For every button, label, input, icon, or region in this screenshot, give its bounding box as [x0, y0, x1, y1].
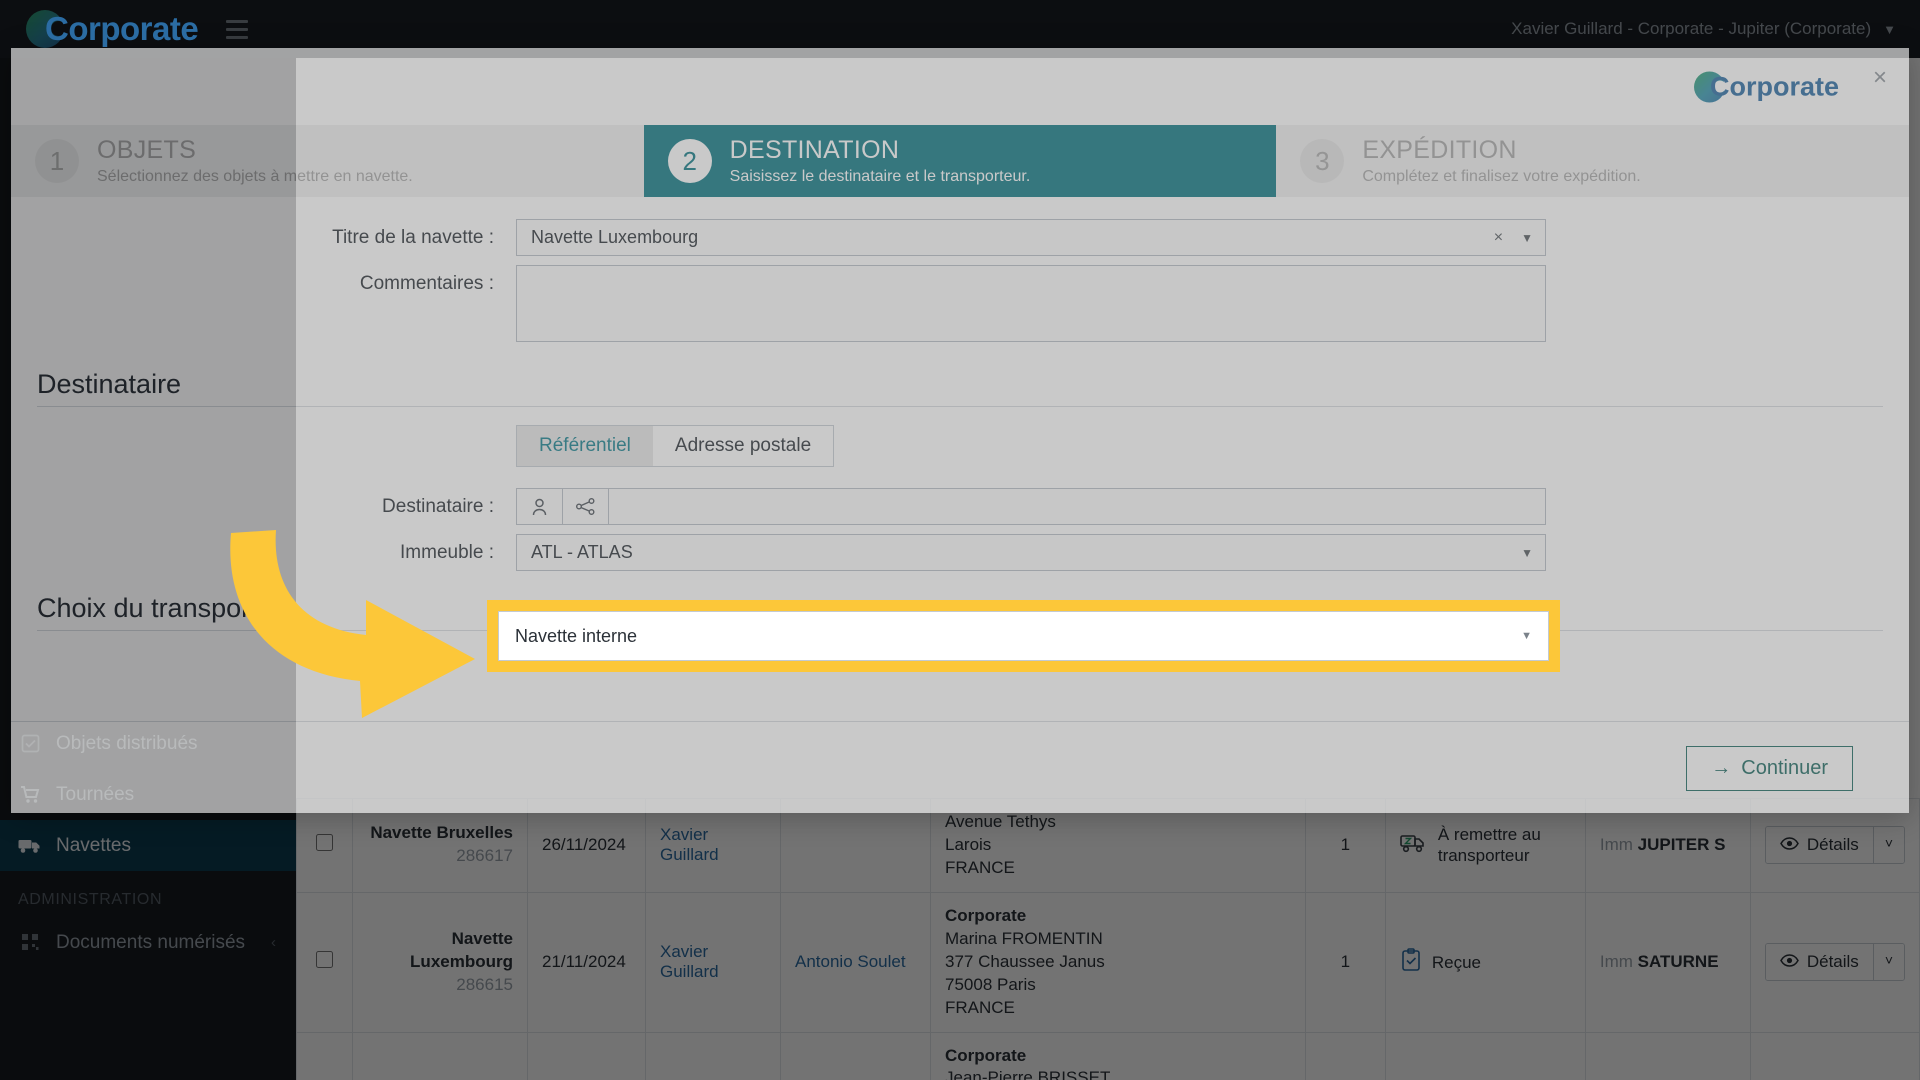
destinataire-label: Destinataire :: [382, 496, 494, 517]
step-number: 1: [35, 139, 79, 183]
commentaires-label: Commentaires :: [359, 273, 494, 294]
step-subtitle: Saisissez le destinataire et le transpor…: [729, 167, 1031, 185]
step-destination[interactable]: 2 DESTINATION Saisissez le destinataire …: [643, 125, 1277, 197]
commentaires-textarea[interactable]: [516, 265, 1546, 342]
step-number: 3: [1300, 139, 1345, 183]
step-objets[interactable]: 1 OBJETS Sélectionnez des objets à mettr…: [11, 125, 644, 197]
transporteur-select[interactable]: Navette interne ▼: [498, 611, 1549, 661]
immeuble-label: Immeuble :: [400, 542, 494, 563]
step-subtitle: Complétez et finalisez votre expédition.: [1362, 167, 1641, 185]
step-title: EXPÉDITION: [1362, 136, 1517, 165]
step-subtitle: Sélectionnez des objets à mettre en nave…: [97, 167, 413, 185]
destinataire-input[interactable]: [609, 489, 1545, 524]
tab-adresse-postale[interactable]: Adresse postale: [652, 425, 835, 467]
chevron-down-icon[interactable]: ▼: [1521, 231, 1533, 245]
field-row-destinataire: Destinataire :: [11, 488, 1909, 525]
modal-logo-text: Corporate: [1709, 71, 1839, 101]
logo-text: Corporate: [45, 10, 199, 47]
field-row-titre: Titre de la navette : Navette Luxembourg…: [11, 219, 1909, 256]
close-icon[interactable]: ×: [1873, 66, 1887, 90]
continue-button[interactable]: → Continuer: [1686, 746, 1853, 791]
screen-root: Corporate Xavier Guillard - Corporate - …: [0, 0, 1920, 1080]
section-title-destinataire: Destinataire: [37, 369, 182, 399]
continue-button-label: Continuer: [1741, 757, 1828, 779]
field-row-commentaires: Commentaires :: [11, 265, 1909, 347]
tabs-row: Référentiel Adresse postale: [11, 425, 1909, 479]
transporteur-highlight: Navette interne ▼: [487, 600, 1560, 672]
section-divider: [37, 406, 1883, 407]
clear-icon[interactable]: ×: [1494, 229, 1503, 247]
step-number: 2: [667, 139, 712, 183]
immeuble-value: ATL - ATLAS: [531, 542, 633, 562]
arrow-right-icon: →: [1711, 757, 1732, 779]
wizard-stepper: 1 OBJETS Sélectionnez des objets à mettr…: [11, 125, 1910, 197]
destinataire-tabs: Référentiel Adresse postale: [516, 425, 1546, 467]
immeuble-select[interactable]: ATL - ATLAS ▼: [516, 534, 1546, 571]
modal-logo: Corporate: [1693, 71, 1839, 102]
chevron-down-icon: ▼: [1521, 630, 1532, 642]
tab-referentiel[interactable]: Référentiel: [516, 425, 653, 467]
titre-label: Titre de la navette :: [332, 227, 494, 248]
transporteur-value: Navette interne: [515, 625, 638, 646]
step-title: DESTINATION: [729, 136, 900, 165]
app-logo[interactable]: Corporate: [26, 10, 199, 48]
person-icon[interactable]: [517, 489, 563, 524]
modal-header: Corporate ×: [11, 48, 1909, 125]
step-title: OBJETS: [97, 136, 197, 165]
modal-footer: → Continuer: [11, 721, 1909, 813]
tabs-spacer: [11, 425, 516, 433]
sitemap-icon[interactable]: [563, 489, 609, 524]
field-row-immeuble: Immeuble : ATL - ATLAS ▼: [11, 534, 1909, 571]
modal-body: Titre de la navette : Navette Luxembourg…: [11, 197, 1909, 631]
chevron-down-icon[interactable]: ▼: [1521, 546, 1533, 560]
step-expedition[interactable]: 3 EXPÉDITION Complétez et finalisez votr…: [1276, 125, 1910, 197]
destinataire-input-group[interactable]: [516, 488, 1546, 525]
titre-navette-select[interactable]: Navette Luxembourg × ▼: [516, 219, 1546, 256]
titre-navette-value: Navette Luxembourg: [531, 227, 699, 247]
navette-wizard-modal: Corporate × 1 OBJETS Sélectionnez des ob…: [11, 48, 1910, 813]
